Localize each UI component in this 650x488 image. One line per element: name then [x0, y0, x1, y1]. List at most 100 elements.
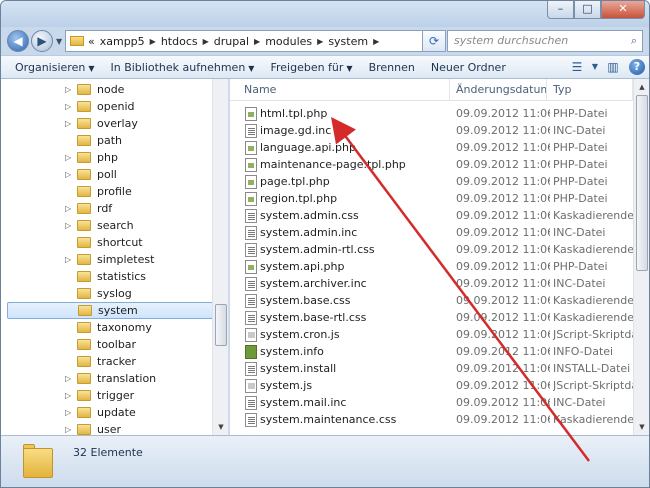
navigation-pane: ▷ node ▷ openid ▷ overlay path ▷ php ▷ poll profile…: [1, 79, 229, 435]
file-list-scrollbar[interactable]: ▲ ▼: [633, 79, 649, 435]
help-icon[interactable]: ?: [629, 59, 645, 75]
breadcrumb-drupal[interactable]: drupal: [214, 35, 249, 48]
breadcrumb-separator-icon[interactable]: ▶: [203, 37, 209, 46]
share-menu[interactable]: Freigeben für ▼: [262, 61, 360, 74]
tree-item-toolbar[interactable]: toolbar: [7, 336, 213, 353]
tree-item-statistics[interactable]: statistics: [7, 268, 213, 285]
expand-icon[interactable]: ▷: [65, 221, 75, 230]
navigation-scrollbar-thumb[interactable]: [215, 304, 227, 346]
tree-item-trigger[interactable]: ▷ trigger: [7, 387, 213, 404]
file-row[interactable]: system.mail.inc 09.09.2012 11:06 INC-Datei: [230, 394, 633, 411]
breadcrumb-system[interactable]: system: [328, 35, 368, 48]
expand-icon[interactable]: ▷: [65, 255, 75, 264]
navigation-scrollbar[interactable]: ▼: [212, 79, 228, 435]
expand-icon[interactable]: ▷: [65, 204, 75, 213]
file-type: INFO-Datei: [553, 345, 614, 358]
file-row[interactable]: maintenance-page.tpl.php 09.09.2012 11:06…: [230, 156, 633, 173]
tree-item-tracker[interactable]: tracker: [7, 353, 213, 370]
breadcrumb-htdocs[interactable]: htdocs: [161, 35, 198, 48]
file-type: PHP-Datei: [553, 192, 608, 205]
breadcrumb-separator-icon[interactable]: ▶: [150, 37, 156, 46]
expand-icon[interactable]: ▷: [65, 391, 75, 400]
file-row[interactable]: page.tpl.php 09.09.2012 11:06 PHP-Datei: [230, 173, 633, 190]
tree-item-system[interactable]: system: [7, 302, 213, 319]
column-date[interactable]: Änderungsdatum: [450, 79, 547, 101]
expand-icon[interactable]: ▷: [65, 102, 75, 111]
file-row[interactable]: system.js 09.09.2012 11:06 JScript-Skriptd…: [230, 377, 633, 394]
close-button[interactable]: ✕: [601, 1, 645, 19]
file-row[interactable]: system.admin.css 09.09.2012 11:06 Kaskadie…: [230, 207, 633, 224]
file-row[interactable]: image.gd.inc 09.09.2012 11:06 INC-Datei: [230, 122, 633, 139]
burn-button[interactable]: Brennen: [361, 61, 423, 74]
expand-icon[interactable]: ▷: [65, 153, 75, 162]
maximize-button[interactable]: □: [574, 1, 601, 19]
file-row[interactable]: system.install 09.09.2012 11:06 INSTALL-Da…: [230, 360, 633, 377]
breadcrumb-separator-icon[interactable]: ▶: [373, 37, 379, 46]
organize-menu[interactable]: Organisieren ▼: [7, 61, 102, 74]
forward-button[interactable]: ▶: [31, 30, 53, 52]
back-button[interactable]: ◀: [7, 30, 29, 52]
tree-item-overlay[interactable]: ▷ overlay: [7, 115, 213, 132]
tree-item-node[interactable]: ▷ node: [7, 81, 213, 98]
breadcrumb-separator-icon[interactable]: ▶: [317, 37, 323, 46]
file-list-scrollbar-thumb[interactable]: [636, 95, 648, 271]
file-row[interactable]: system.base-rtl.css 09.09.2012 11:06 Kaska…: [230, 309, 633, 326]
tree-item-profile[interactable]: profile: [7, 183, 213, 200]
breadcrumb-modules[interactable]: modules: [265, 35, 312, 48]
view-options-chevron-icon[interactable]: ▼: [590, 58, 600, 76]
new-folder-button[interactable]: Neuer Ordner: [423, 61, 514, 74]
scroll-up-icon[interactable]: ▲: [634, 79, 649, 95]
tree-item-poll[interactable]: ▷ poll: [7, 166, 213, 183]
tree-item-path[interactable]: path: [7, 132, 213, 149]
expand-icon[interactable]: ▷: [65, 170, 75, 179]
file-row[interactable]: system.archiver.inc 09.09.2012 11:06 INC-D…: [230, 275, 633, 292]
change-view-icon[interactable]: ☰: [567, 58, 587, 76]
search-icon[interactable]: ⌕: [631, 31, 637, 51]
file-row[interactable]: system.admin.inc 09.09.2012 11:06 INC-Date…: [230, 224, 633, 241]
css-file-icon: [245, 277, 257, 291]
expand-icon[interactable]: ▷: [65, 374, 75, 383]
search-input[interactable]: system durchsuchen ⌕: [447, 30, 643, 52]
file-date: 09.09.2012 11:06: [456, 192, 550, 205]
file-row[interactable]: system.maintenance.css 09.09.2012 11:06 Ka…: [230, 411, 633, 428]
file-row[interactable]: html.tpl.php 09.09.2012 11:06 PHP-Datei: [230, 105, 633, 122]
tree-item-search[interactable]: ▷ search: [7, 217, 213, 234]
breadcrumb-xampp5[interactable]: xampp5: [100, 35, 145, 48]
tree-item-translation[interactable]: ▷ translation: [7, 370, 213, 387]
file-row[interactable]: system.cron.js 09.09.2012 11:06 JScript-Sk…: [230, 326, 633, 343]
file-type: PHP-Datei: [553, 260, 608, 273]
expand-icon[interactable]: ▷: [65, 85, 75, 94]
scroll-down-icon[interactable]: ▼: [213, 419, 228, 435]
file-row[interactable]: system.admin-rtl.css 09.09.2012 11:06 Kask…: [230, 241, 633, 258]
breadcrumb-separator-icon[interactable]: ▶: [254, 37, 260, 46]
tree-item-taxonomy[interactable]: taxonomy: [7, 319, 213, 336]
tree-item-php[interactable]: ▷ php: [7, 149, 213, 166]
tree-item-update[interactable]: ▷ update: [7, 404, 213, 421]
tree-item-rdf[interactable]: ▷ rdf: [7, 200, 213, 217]
file-row[interactable]: system.base.css 09.09.2012 11:06 Kaskadier…: [230, 292, 633, 309]
file-row[interactable]: system.info 09.09.2012 11:06 INFO-Datei: [230, 343, 633, 360]
recent-pages-chevron-icon[interactable]: ▼: [56, 37, 62, 46]
tree-item-openid[interactable]: ▷ openid: [7, 98, 213, 115]
column-type[interactable]: Typ: [547, 79, 633, 101]
refresh-icon[interactable]: ⟳: [422, 30, 446, 52]
scroll-down-icon[interactable]: ▼: [634, 419, 649, 435]
file-row[interactable]: region.tpl.php 09.09.2012 11:06 PHP-Datei: [230, 190, 633, 207]
tree-item-user[interactable]: ▷ user: [7, 421, 213, 435]
breadcrumb-overflow-icon[interactable]: «: [88, 35, 95, 48]
expand-icon[interactable]: ▷: [65, 425, 75, 434]
tree-item-simpletest[interactable]: ▷ simpletest: [7, 251, 213, 268]
expand-icon[interactable]: ▷: [65, 408, 75, 417]
file-row[interactable]: system.api.php 09.09.2012 11:06 PHP-Datei: [230, 258, 633, 275]
include-library-menu[interactable]: In Bibliothek aufnehmen ▼: [102, 61, 262, 74]
file-row[interactable]: language.api.php 09.09.2012 11:06 PHP-Date…: [230, 139, 633, 156]
expand-icon[interactable]: ▷: [65, 119, 75, 128]
preview-pane-icon[interactable]: ▥: [603, 58, 623, 76]
tree-item-syslog[interactable]: syslog: [7, 285, 213, 302]
file-name: maintenance-page.tpl.php: [260, 158, 406, 171]
address-bar[interactable]: « xampp5▶htdocs▶drupal▶modules▶system▶ ▼: [65, 30, 441, 52]
minimize-button[interactable]: –: [547, 1, 574, 19]
column-name[interactable]: Name: [230, 79, 450, 101]
file-type: JScript-Skriptdatei: [553, 379, 633, 392]
tree-item-shortcut[interactable]: shortcut: [7, 234, 213, 251]
